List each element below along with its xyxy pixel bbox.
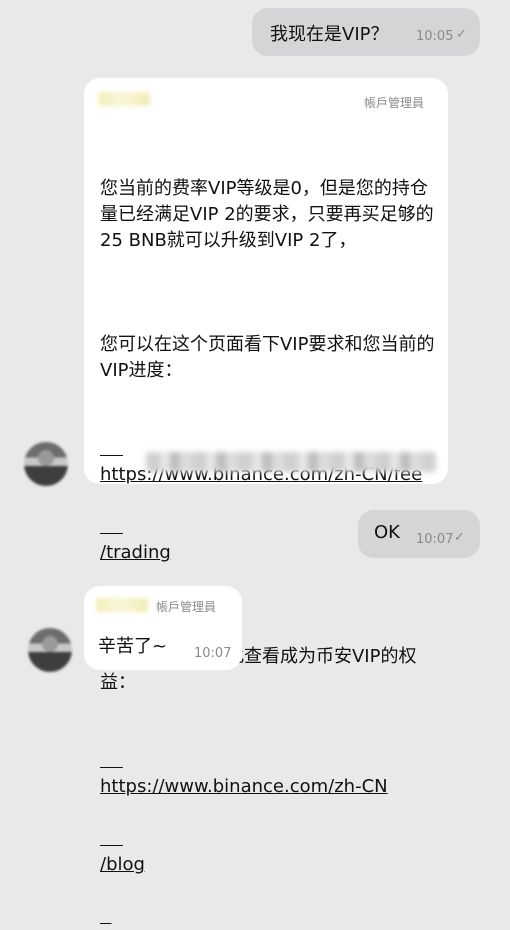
message-paragraph: 您可以在这个页面看下VIP要求和您当前的VIP进度：: [100, 334, 435, 381]
incoming-message-bubble[interactable]: 帳戶管理員 辛苦了~ 10:07: [84, 586, 242, 670]
check-icon: ✓: [456, 27, 467, 42]
avatar[interactable]: [28, 628, 72, 672]
check-icon: ✓: [454, 530, 465, 545]
outgoing-message-bubble[interactable]: 我现在是VIP？ 10:05 ✓: [252, 8, 480, 56]
blog-link[interactable]: https://www.binance.com/zh-CN /blog: [100, 750, 440, 927]
message-timestamp: 10:05: [416, 29, 454, 44]
outgoing-message-bubble[interactable]: OK 10:07 ✓: [358, 510, 480, 558]
sender-role-label: 帳戶管理員: [364, 96, 425, 110]
redacted-url-strip: [146, 452, 436, 472]
message-timestamp: 10:07: [416, 532, 454, 547]
sender-name-redacted: [98, 92, 150, 106]
avatar[interactable]: [24, 442, 68, 486]
sender-role-label: 帳戶管理員: [156, 600, 217, 614]
link-text: /blog: [100, 854, 145, 875]
message-paragraph: 您当前的费率VIP等级是0，但是您的持仓量已经满足VIP 2的要求，只要再买足够…: [100, 178, 434, 251]
link-text: https://www.binance.com/zh-CN: [100, 776, 388, 797]
message-text: 辛苦了~: [98, 636, 168, 657]
message-text: OK: [374, 522, 400, 543]
message-timestamp: 10:07: [194, 646, 232, 661]
message-text: 我现在是VIP？: [270, 24, 389, 45]
sender-name-redacted: [96, 598, 148, 612]
